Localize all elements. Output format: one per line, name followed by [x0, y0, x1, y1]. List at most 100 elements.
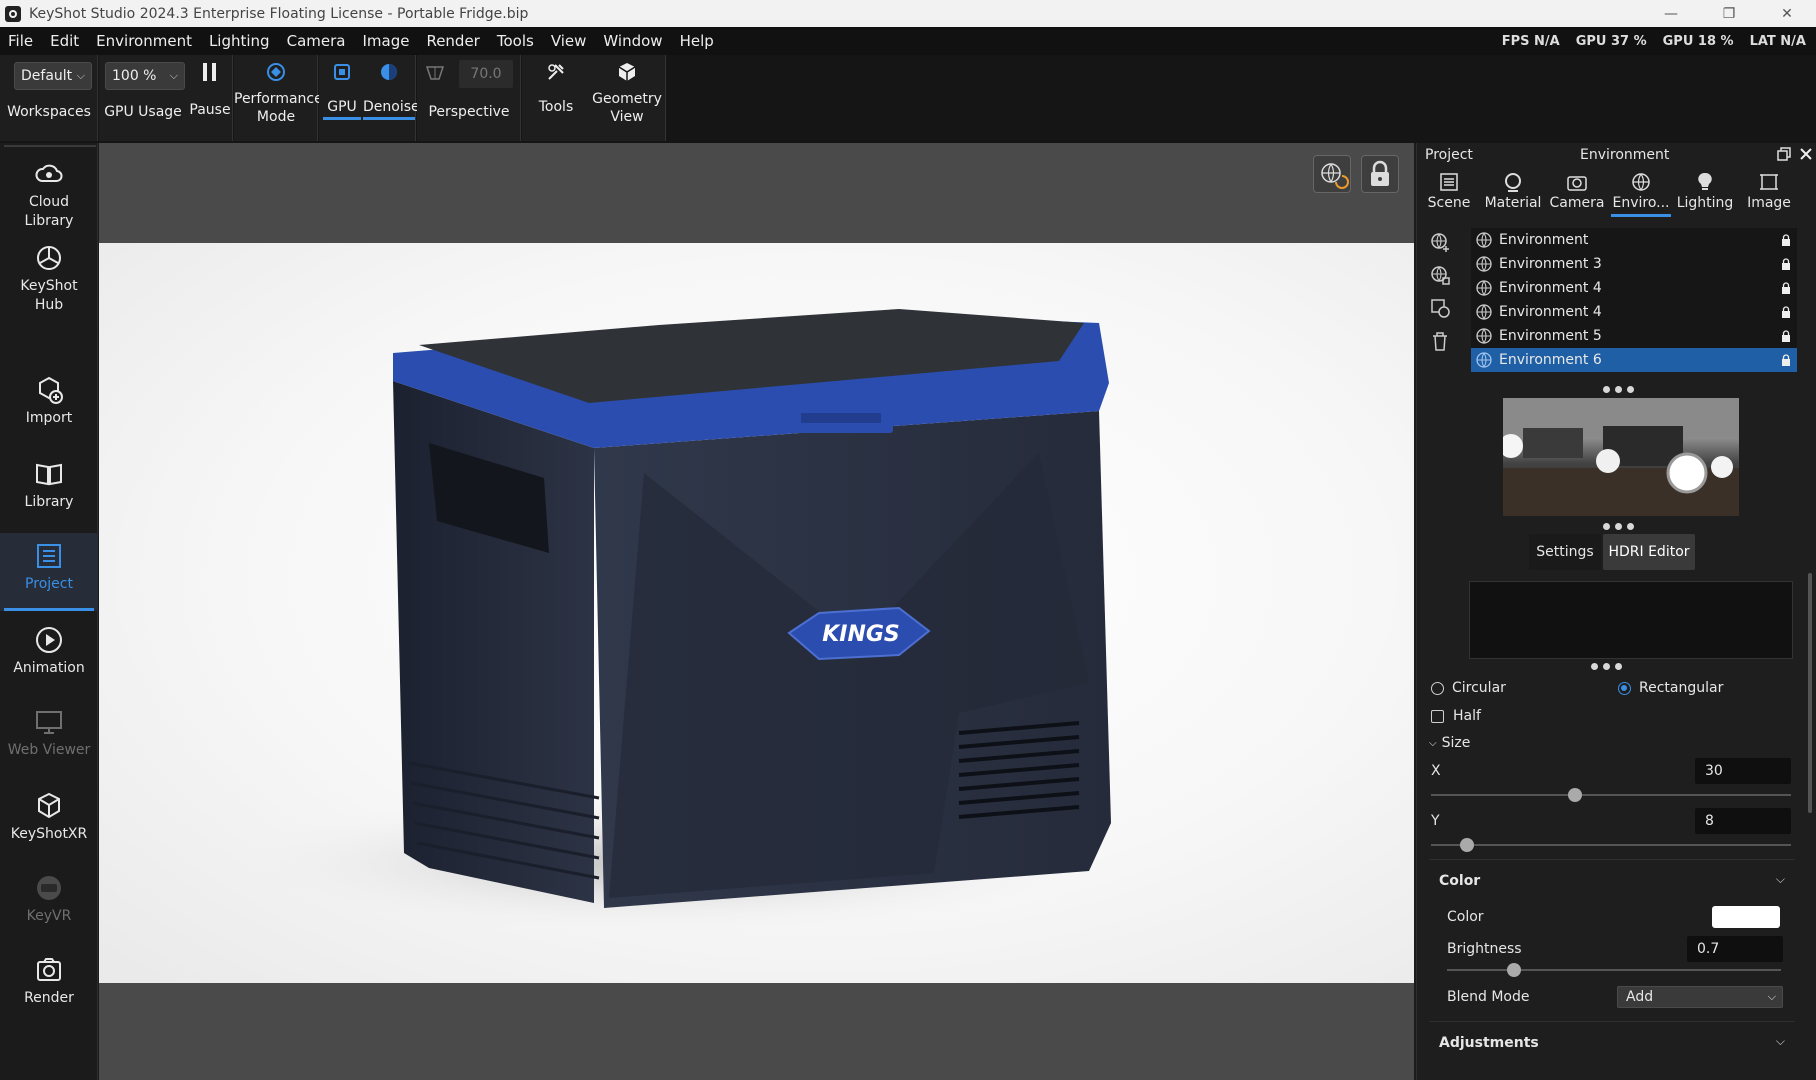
sidebar-label: Animation [13, 660, 85, 676]
minimize-button[interactable]: — [1642, 0, 1700, 27]
sidebar-label: Hub [34, 297, 64, 313]
duplicate-environment-icon[interactable] [1429, 264, 1451, 286]
size-x-input[interactable]: 30 [1695, 758, 1791, 784]
list-resize-handle[interactable] [1603, 386, 1634, 393]
preview-resize-handle[interactable] [1603, 523, 1634, 530]
denoise-toggle[interactable]: Denoise [363, 61, 420, 120]
light-source[interactable] [1596, 449, 1620, 473]
gpu-toggle[interactable]: GPU [323, 61, 361, 120]
list-item[interactable]: Environment 3 [1471, 252, 1797, 276]
undock-panel-icon[interactable] [1777, 147, 1791, 161]
lock-view-button[interactable] [1361, 155, 1399, 193]
trash-icon[interactable] [1429, 330, 1451, 352]
lock-icon[interactable] [1781, 354, 1791, 366]
maximize-button[interactable]: ❐ [1700, 0, 1758, 27]
performance-mode-button[interactable]: Performance Mode [234, 61, 323, 126]
perspective-label[interactable]: Perspective [417, 103, 521, 121]
sidebar-item-import[interactable]: Import [0, 375, 98, 428]
size-y-input[interactable]: 8 [1695, 808, 1791, 834]
slider-knob[interactable] [1568, 788, 1582, 802]
light-source-selected[interactable] [1666, 452, 1708, 494]
size-y-slider[interactable] [1431, 838, 1791, 852]
menu-view[interactable]: View [543, 32, 596, 50]
sidebar-item-library[interactable]: Library [0, 459, 98, 512]
pause-button[interactable]: Pause [187, 61, 233, 119]
sidebar-item-render[interactable]: Render [0, 955, 98, 1008]
sidebar-item-project[interactable]: Project [0, 533, 98, 611]
render-viewport[interactable]: KINGS [99, 143, 1414, 1080]
fps-stat: FPS N/A [1501, 33, 1560, 49]
copy-environment-icon[interactable] [1429, 297, 1451, 319]
sidebar-item-keyshot-hub[interactable]: KeyShot Hub [0, 243, 98, 315]
sidebar-item-web-viewer[interactable]: Web Viewer [0, 707, 98, 760]
tab-environment[interactable]: Enviro... [1609, 171, 1673, 217]
image-frame-icon [1760, 174, 1778, 190]
pin-list-resize-handle[interactable] [1591, 663, 1622, 670]
menu-window[interactable]: Window [595, 32, 671, 50]
blend-mode-select[interactable]: Add ⌵ [1617, 986, 1783, 1008]
panel-scrollbar[interactable] [1808, 573, 1812, 813]
size-x-slider[interactable] [1431, 788, 1791, 802]
list-item[interactable]: Environment 4 [1471, 300, 1797, 324]
light-source[interactable] [1711, 456, 1733, 478]
sidebar-item-keyvr[interactable]: KeyVR [0, 873, 98, 926]
gpu-usage-dropdown[interactable]: 100 % ⌵ [105, 62, 185, 90]
close-panel-icon[interactable] [1799, 147, 1813, 161]
menu-render[interactable]: Render [418, 32, 488, 50]
brightness-slider[interactable] [1447, 963, 1781, 977]
tab-scene[interactable]: Scene [1417, 171, 1481, 211]
geometry-view-button[interactable]: Geometry View [588, 61, 666, 126]
list-item[interactable]: Environment 5 [1471, 324, 1797, 348]
hdri-panorama [1503, 398, 1739, 516]
list-item[interactable]: Environment 4 [1471, 276, 1797, 300]
slider-knob[interactable] [1460, 838, 1474, 852]
tab-material[interactable]: Material [1481, 171, 1545, 211]
environment-rotate-button[interactable] [1313, 155, 1351, 193]
globe-icon [1476, 232, 1492, 248]
add-environment-icon[interactable] [1429, 231, 1451, 253]
sidebar-item-animation[interactable]: Animation [0, 625, 98, 678]
tab-camera[interactable]: Camera [1545, 171, 1609, 211]
menu-file[interactable]: File [0, 32, 42, 50]
menu-tools[interactable]: Tools [489, 32, 543, 50]
hdri-editor-tab-button[interactable]: HDRI Editor [1603, 534, 1695, 570]
tools-button[interactable]: Tools [526, 61, 586, 116]
lock-icon[interactable] [1781, 234, 1791, 246]
slider-knob[interactable] [1506, 963, 1521, 977]
color-section-header[interactable]: Color ⌵ [1429, 859, 1795, 901]
menu-edit[interactable]: Edit [42, 32, 88, 50]
perspective-icon [425, 66, 445, 80]
list-item-selected[interactable]: Environment 6 [1471, 348, 1797, 372]
globe-icon [1476, 352, 1492, 368]
size-section-toggle[interactable]: ⌵ Size [1429, 735, 1470, 751]
sidebar-item-cloud-library[interactable]: Cloud Library [0, 159, 98, 231]
brightness-input[interactable]: 0.7 [1687, 936, 1783, 962]
sidebar-item-keyshotxr[interactable]: KeyShotXR [0, 791, 98, 844]
menu-image[interactable]: Image [354, 32, 418, 50]
list-item[interactable]: Environment [1471, 228, 1797, 252]
menu-camera[interactable]: Camera [279, 32, 355, 50]
lock-icon[interactable] [1781, 306, 1791, 318]
performance-stats: FPS N/A GPU 37 % GPU 18 % LAT N/A [1502, 27, 1806, 55]
color-swatch[interactable] [1712, 906, 1780, 928]
tab-lighting[interactable]: Lighting [1673, 171, 1737, 211]
camera-icon [1567, 176, 1587, 191]
half-checkbox[interactable]: Half [1431, 708, 1481, 724]
menu-lighting[interactable]: Lighting [201, 32, 279, 50]
pin-list-area[interactable] [1469, 581, 1793, 659]
close-window-button[interactable]: ✕ [1758, 0, 1816, 27]
fov-input[interactable]: 70.0 [459, 60, 513, 88]
menu-help[interactable]: Help [672, 32, 723, 50]
lock-icon[interactable] [1781, 258, 1791, 270]
rectangular-radio[interactable]: Rectangular [1618, 680, 1723, 696]
menu-environment[interactable]: Environment [88, 32, 201, 50]
lock-icon[interactable] [1781, 330, 1791, 342]
tab-image[interactable]: Image [1737, 171, 1801, 211]
adjustments-section-header[interactable]: Adjustments ⌵ [1429, 1021, 1795, 1063]
hdri-preview[interactable] [1503, 398, 1739, 516]
lock-icon[interactable] [1781, 282, 1791, 294]
settings-tab-button[interactable]: Settings [1529, 534, 1601, 570]
workspace-dropdown[interactable]: Default ⌵ [14, 62, 92, 90]
size-label: Size [1441, 735, 1471, 751]
circular-radio[interactable]: Circular [1431, 680, 1506, 696]
